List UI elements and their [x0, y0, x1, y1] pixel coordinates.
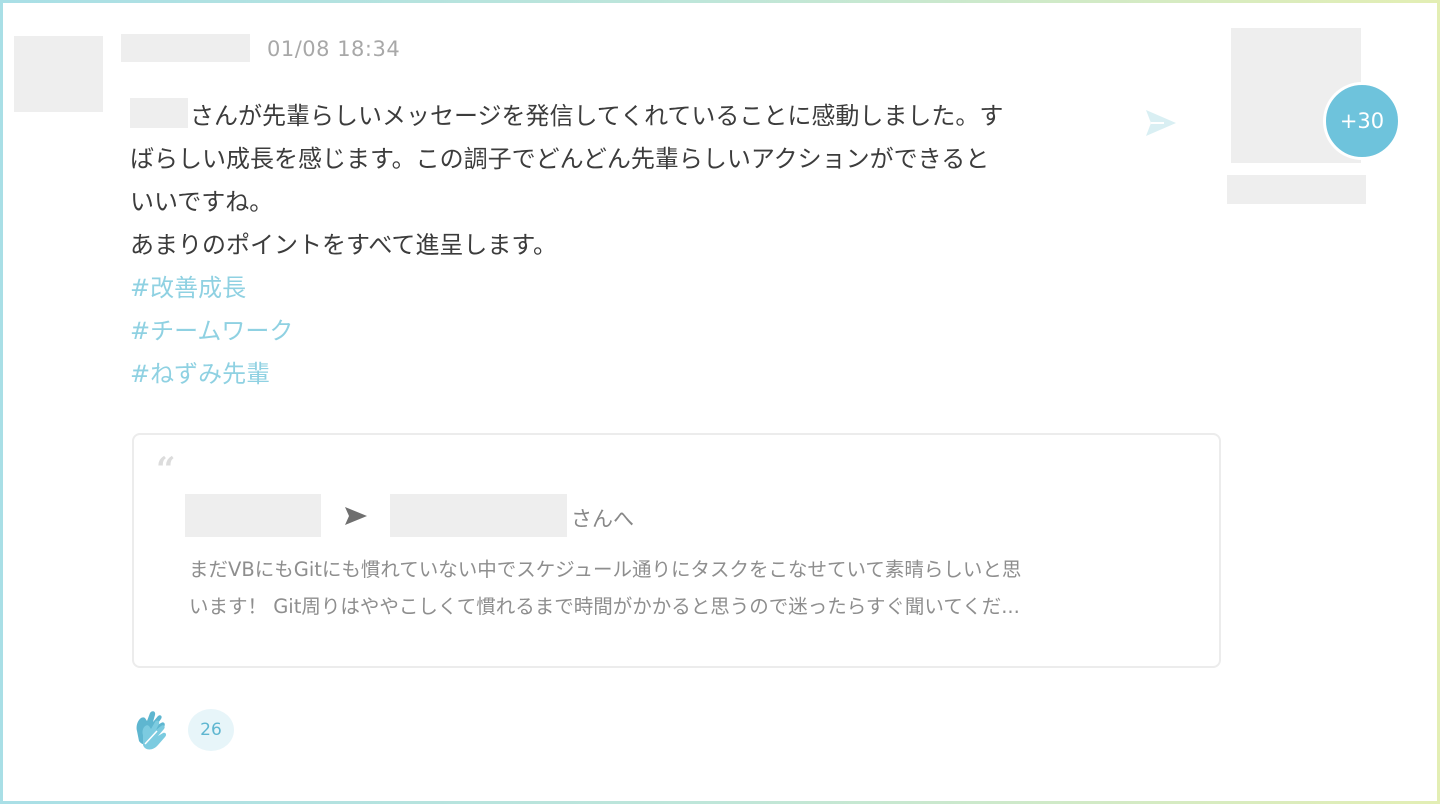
hashtag-link[interactable]: #ねずみ先輩 — [130, 353, 1120, 396]
quoted-recipient-name[interactable] — [390, 494, 567, 537]
message-line: さんが先輩らしいメッセージを発信してくれていることに感動しました。す — [130, 95, 1120, 138]
recipient-suffix: さんへ — [571, 507, 634, 531]
quoted-sender-name[interactable] — [185, 494, 321, 537]
quoted-message: まだVBにもGitにも慣れていない中でスケジュール通りにタスクをこなせていて素晴… — [189, 551, 1189, 625]
post-message: さんが先輩らしいメッセージを発信してくれていることに感動しました。す ばらしい成… — [130, 95, 1120, 396]
post-card: 01/08 18:34 さんが先輩らしいメッセージを発信してくれていることに感動… — [3, 3, 1437, 801]
message-text: さんが先輩らしいメッセージを発信してくれていることに感動しました。す — [190, 102, 1004, 130]
quoted-message-line: います！ Git周りはややこしくて慣れるまで時間がかかると思うので迷ったらすぐ聞… — [189, 595, 1020, 618]
quoted-message-line: まだVBにもGitにも慣れていない中でスケジュール通りにタスクをこなせていて素晴… — [189, 558, 1022, 581]
message-line: あまりのポイントをすべて進呈します。 — [130, 231, 557, 259]
message-line: いいですね。 — [130, 188, 274, 216]
hashtag-link[interactable]: #改善成長 — [130, 267, 1120, 310]
arrow-right-icon — [345, 507, 367, 525]
sender-name[interactable] — [121, 34, 250, 62]
quoted-post[interactable]: “ さんへ まだVBにもGitにも慣れていない中でスケジュール通りにタスクをこな… — [132, 433, 1221, 668]
clap-count-badge[interactable]: 26 — [188, 709, 234, 751]
paper-plane-icon — [1146, 110, 1176, 136]
sender-avatar[interactable] — [14, 36, 103, 112]
recipient-name[interactable] — [1227, 175, 1366, 204]
message-line: ばらしい成長を感じます。この調子でどんどん先輩らしいアクションができると — [130, 145, 990, 173]
quote-mark-icon: “ — [156, 450, 176, 490]
more-recipients-badge[interactable]: +30 — [1323, 82, 1401, 160]
clapping-hands-icon[interactable] — [131, 709, 171, 753]
post-timestamp: 01/08 18:34 — [267, 37, 401, 61]
hashtag-link[interactable]: #チームワーク — [130, 310, 1120, 353]
mentioned-user-name[interactable] — [130, 98, 188, 128]
card-border: 01/08 18:34 さんが先輩らしいメッセージを発信してくれていることに感動… — [0, 0, 1440, 804]
